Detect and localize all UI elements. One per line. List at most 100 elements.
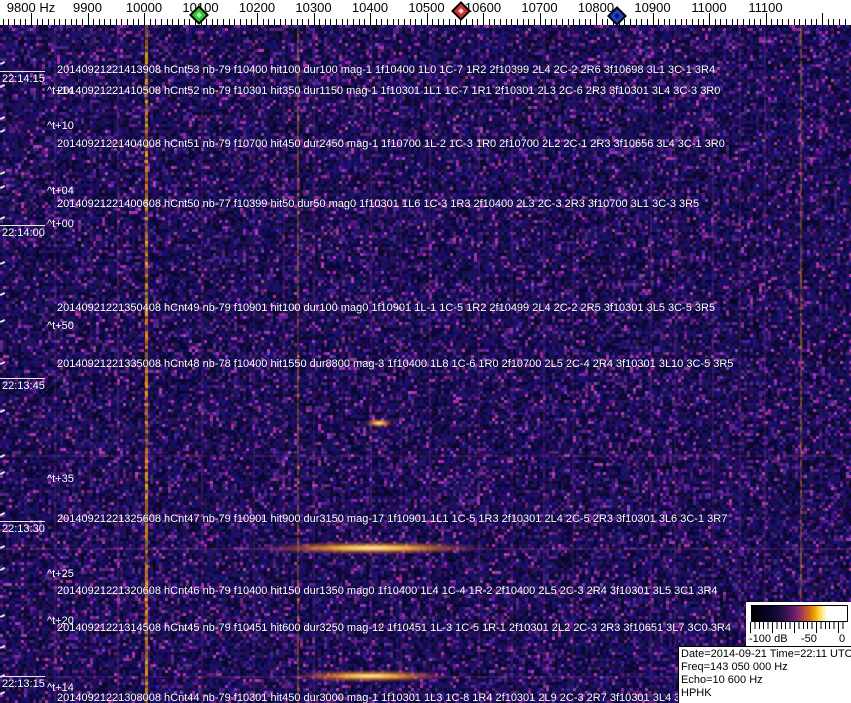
axis-tick [409, 19, 411, 25]
axis-tick [499, 19, 501, 25]
time-axis-label: 22:14:00 [2, 227, 45, 239]
time-axis-label: 22:13:15 [2, 678, 45, 690]
axis-tick [302, 19, 304, 25]
axis-tick [488, 19, 490, 25]
axis-tick [703, 19, 705, 25]
axis-tick [466, 19, 468, 25]
axis-tick [279, 19, 281, 25]
blue-diamond-marker-icon-core [614, 13, 620, 19]
event-log-line: 20140921221335008 hCnt48 nb-78 f10400 hi… [57, 358, 734, 370]
time-axis-label: 22:13:45 [2, 380, 45, 392]
axis-tick [556, 19, 558, 25]
axis-tick [827, 19, 829, 25]
axis-tick [70, 19, 72, 25]
axis-tick [675, 19, 677, 25]
axis-tick [725, 19, 727, 25]
time-axis-label: 22:14:15 [2, 73, 45, 85]
axis-tick [522, 19, 524, 25]
axis-tick [42, 19, 44, 25]
axis-tick [731, 19, 733, 25]
axis-tick [816, 19, 818, 25]
info-line-freq: Freq=143 050 000 Hz [681, 661, 788, 673]
axis-tick [160, 19, 162, 25]
axis-tick [759, 19, 761, 25]
axis-tick [211, 19, 213, 25]
time-axis-overline [0, 676, 45, 677]
axis-tick [296, 19, 298, 25]
axis-tick [330, 19, 332, 25]
axis-tick [646, 19, 648, 25]
axis-tick [454, 19, 456, 25]
axis-tick [177, 19, 179, 25]
axis-tick [14, 19, 16, 25]
axis-tick [573, 19, 575, 25]
axis-tick [319, 19, 321, 25]
time-axis-label: 22:13:30 [2, 523, 45, 535]
axis-tick [742, 19, 744, 25]
axis-tick [432, 19, 434, 25]
axis-tick [805, 19, 807, 25]
freq-axis-label: 10300 [295, 0, 332, 15]
axis-tick [149, 19, 151, 25]
time-offset-marker: ^t+00 [47, 218, 74, 230]
axis-tick [697, 19, 699, 25]
axis-tick [392, 19, 394, 25]
axis-tick [127, 19, 129, 25]
axis-tick [692, 19, 694, 25]
axis-tick [8, 19, 10, 25]
axis-tick [155, 19, 157, 25]
green-diamond-marker-icon-core [196, 12, 202, 18]
spectrogram-window: 9800 Hz990010000101001020010300104001050… [0, 0, 851, 703]
axis-tick [663, 19, 665, 25]
axis-tick [166, 19, 168, 25]
axis-tick [251, 19, 253, 25]
axis-tick [415, 19, 417, 25]
freq-axis-label: 10200 [238, 0, 276, 15]
time-offset-marker: ^t+20 [47, 615, 74, 627]
freq-axis-label: 11100 [748, 0, 783, 15]
axis-tick [93, 19, 95, 25]
axis-tick [771, 19, 773, 25]
freq-axis-label: 10900 [634, 0, 671, 15]
axis-tick [336, 19, 338, 25]
time-offset-marker: ^t+25 [47, 568, 74, 580]
freq-axis-label: 11000 [691, 0, 727, 15]
axis-tick [680, 19, 682, 25]
db-label-mid: -50 [801, 633, 817, 645]
axis-tick [443, 19, 445, 25]
db-scale-ruler-major [750, 622, 847, 633]
event-log-line: 20140921221320608 hCnt46 nb-79 f10400 hi… [57, 585, 718, 597]
time-axis-overline [0, 378, 45, 379]
freq-axis-label: 9800 Hz [6, 0, 56, 15]
time-offset-marker: ^t+35 [47, 473, 74, 485]
freq-axis-label: 10600 [464, 0, 502, 15]
axis-tick [714, 19, 716, 25]
axis-tick [449, 19, 451, 25]
axis-tick [420, 19, 422, 25]
axis-tick [172, 19, 174, 25]
axis-tick [47, 19, 49, 25]
event-log-line: 20140921221410508 hCnt52 nb-79 f10301 hi… [57, 85, 721, 97]
axis-tick [635, 19, 637, 25]
axis-tick [81, 19, 83, 25]
axis-tick [737, 19, 739, 25]
axis-tick [833, 19, 835, 25]
axis-tick [386, 19, 388, 25]
axis-tick [228, 19, 230, 25]
axis-tick [629, 19, 631, 25]
axis-tick [121, 19, 123, 25]
axis-tick [403, 19, 405, 25]
axis-tick [132, 19, 134, 25]
axis-tick [285, 19, 287, 25]
axis-tick [217, 19, 219, 25]
axis-tick [545, 19, 547, 25]
axis-tick [754, 19, 756, 25]
axis-tick [579, 19, 581, 25]
axis-tick [533, 19, 535, 25]
axis-tick [477, 19, 479, 25]
axis-tick [799, 19, 801, 25]
axis-tick [844, 19, 846, 25]
axis-tick [776, 19, 778, 25]
axis-tick [206, 19, 208, 25]
axis-tick [324, 19, 326, 25]
